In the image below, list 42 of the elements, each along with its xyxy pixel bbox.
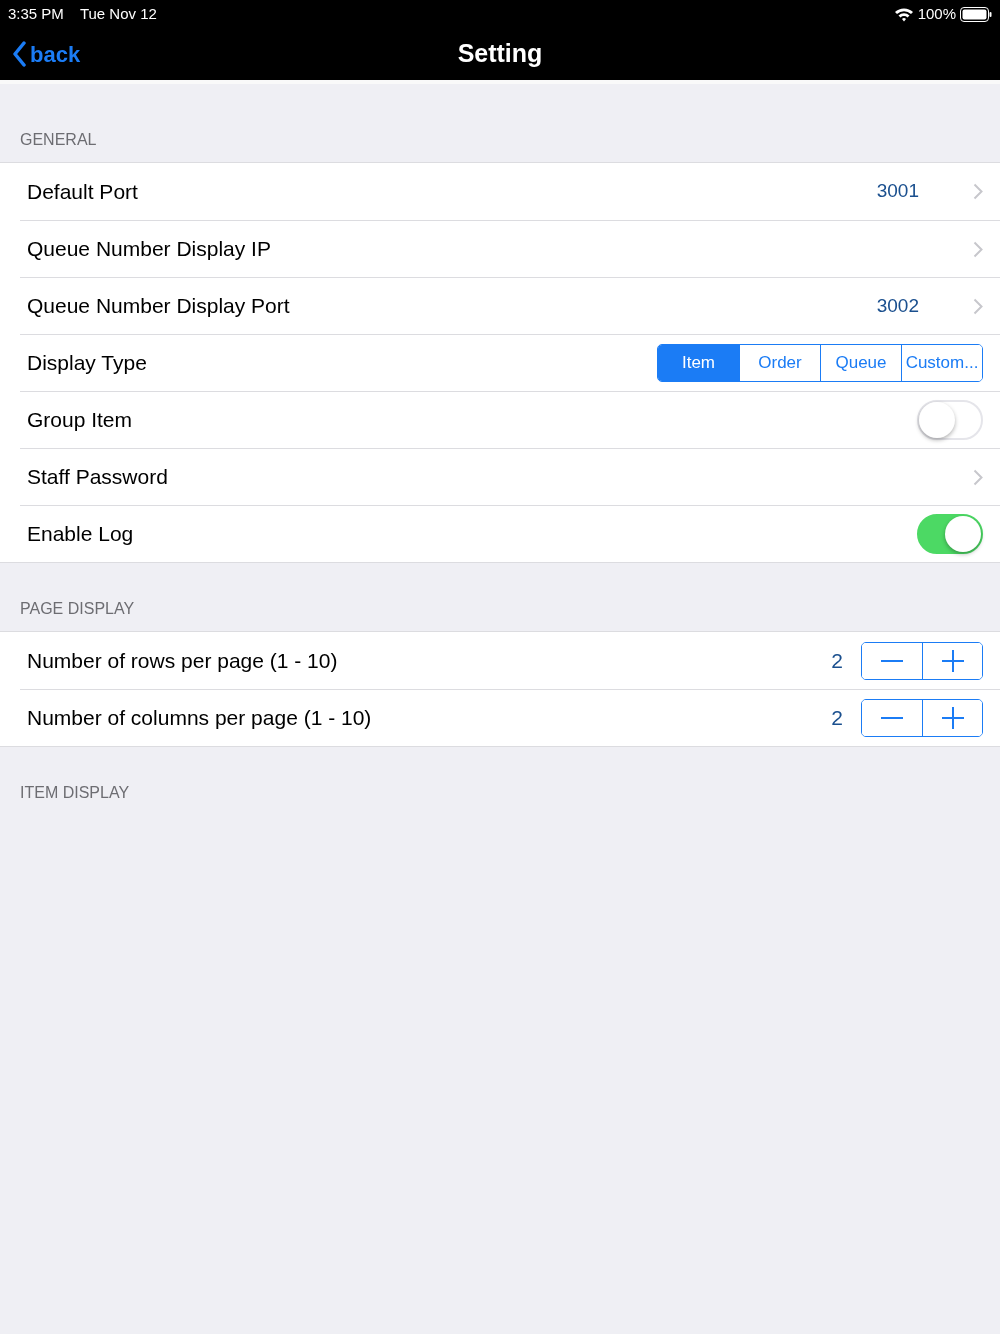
nav-title: Setting <box>457 39 543 68</box>
stepper-control[interactable] <box>861 641 983 680</box>
chevron-right-icon <box>973 183 983 200</box>
row-label: Queue Number Display IP <box>27 236 271 263</box>
chevron-right-icon <box>973 297 983 315</box>
wifi-icon <box>893 6 914 22</box>
row-label: Staff Password <box>27 464 168 491</box>
back-button[interactable]: back <box>0 37 81 71</box>
plus-icon <box>941 707 964 729</box>
row-value: 3002 <box>876 293 919 318</box>
increment-button[interactable] <box>922 700 982 736</box>
settings-row[interactable]: Staff Password <box>20 448 1000 505</box>
settings-row[interactable]: Queue Number Display IP <box>20 220 1000 277</box>
row-label: Number of rows per page (1 - 10) <box>27 647 338 674</box>
segment-tab[interactable]: Custom... <box>901 345 982 381</box>
stepper-value: 2 <box>831 647 843 674</box>
chevron-left-icon <box>12 41 26 67</box>
section-header: GENERAL <box>20 131 97 148</box>
minus-icon <box>881 716 903 720</box>
settings-row[interactable]: Queue Number Display Port 3002 <box>20 277 1000 334</box>
chevron-right-icon <box>973 468 983 486</box>
row-label: Enable Log <box>27 521 134 548</box>
plus-icon <box>941 649 964 672</box>
segment-tab[interactable]: Item <box>658 345 739 381</box>
status-time: 3:35 PM <box>8 3 64 24</box>
battery-icon <box>960 6 992 22</box>
increment-button[interactable] <box>922 642 982 679</box>
row-label: Queue Number Display Port <box>27 293 290 320</box>
section-header: ITEM DISPLAY <box>20 784 130 801</box>
battery-percent: 100% <box>917 3 956 24</box>
stepper-control[interactable] <box>861 699 983 737</box>
row-label: Display Type <box>27 350 147 377</box>
row-label: Number of columns per page (1 - 10) <box>27 705 372 732</box>
status-date: Tue Nov 12 <box>79 3 157 24</box>
row-label: Group Item <box>27 407 133 434</box>
section-header: PAGE DISPLAY <box>20 600 135 617</box>
stepper-value: 2 <box>831 705 843 732</box>
toggle-switch[interactable] <box>917 514 983 554</box>
chevron-right-icon <box>973 240 983 258</box>
settings-row[interactable]: Default Port 3001 <box>20 163 1000 220</box>
row-label: Default Port <box>27 178 138 205</box>
row-value: 3001 <box>876 179 919 204</box>
